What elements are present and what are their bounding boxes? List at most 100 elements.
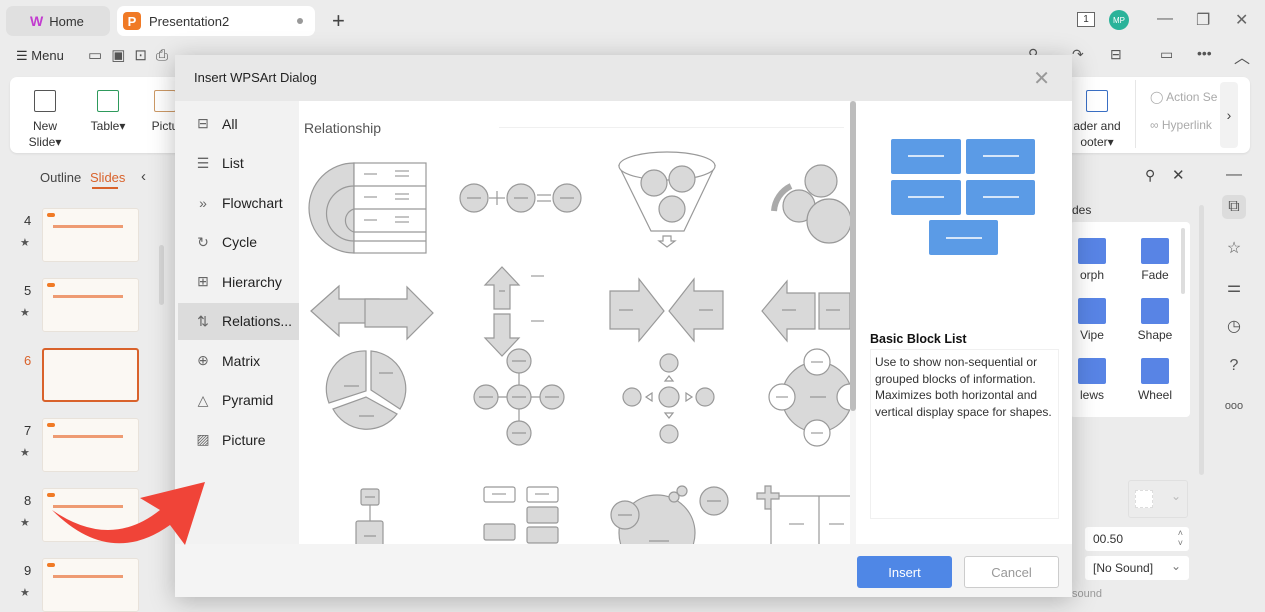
all-icon: ⊟ bbox=[197, 115, 209, 131]
slide-thumbnail[interactable] bbox=[42, 348, 139, 402]
transition-option[interactable]: orph bbox=[1072, 238, 1112, 282]
window-count-badge[interactable]: 1 bbox=[1077, 12, 1095, 27]
hierarchy-icon: ⊞ bbox=[197, 273, 209, 289]
header-footer-label: ader and bbox=[1073, 119, 1121, 133]
category-label: Picture bbox=[222, 431, 266, 448]
dialog-close-button[interactable]: ✕ bbox=[1033, 66, 1050, 91]
tab-active-indicator bbox=[92, 187, 118, 189]
transition-thumbnail-icon bbox=[1141, 358, 1169, 384]
transition-option[interactable]: Fade bbox=[1135, 238, 1175, 282]
slide-panel-scrollbar[interactable] bbox=[159, 245, 164, 305]
tab-home[interactable]: W Home bbox=[6, 6, 110, 36]
transition-gallery-scrollbar[interactable] bbox=[1181, 228, 1185, 294]
header-footer-button[interactable]: ader and ooter▾ bbox=[1072, 90, 1122, 150]
close-panel-icon[interactable]: ✕ bbox=[1172, 166, 1185, 184]
mouse-icon: ◯ bbox=[1150, 90, 1167, 104]
gallery-item-up-down-arrows[interactable] bbox=[483, 266, 521, 357]
transition-label: Fade bbox=[1141, 268, 1169, 282]
new-slide-button[interactable]: New Slide▾ bbox=[24, 90, 66, 150]
animation-icon[interactable]: ☆ bbox=[1222, 236, 1246, 260]
transition-thumbnail-icon bbox=[1078, 238, 1106, 264]
transition-option[interactable]: Shape bbox=[1135, 298, 1175, 342]
header-footer-label-2: ooter▾ bbox=[1080, 135, 1114, 149]
right-panel-scrollbar[interactable] bbox=[1199, 205, 1204, 475]
minimize-sidebar-icon[interactable]: — bbox=[1222, 163, 1246, 187]
more-options-icon[interactable]: ooo bbox=[1222, 394, 1246, 418]
duration-stepper[interactable]: 00.50 ˄ ˅ bbox=[1085, 527, 1189, 551]
history-icon[interactable]: ◷ bbox=[1222, 314, 1246, 338]
tab-presentation[interactable]: P Presentation2 bbox=[117, 6, 315, 36]
insert-button[interactable]: Insert bbox=[857, 556, 952, 588]
new-comment-icon[interactable]: ⊟ bbox=[1110, 46, 1122, 63]
gallery-divider bbox=[499, 127, 844, 128]
sound-value: [No Sound] bbox=[1093, 561, 1154, 575]
category-all[interactable]: ⊟ All bbox=[178, 105, 299, 142]
category-relationship[interactable]: ⇅ Relations... bbox=[178, 302, 299, 340]
open-folder-icon[interactable]: ▭ bbox=[88, 47, 111, 64]
gallery-item-funnel[interactable] bbox=[618, 151, 716, 248]
slide-logo bbox=[47, 563, 55, 567]
category-cycle[interactable]: ↻ Cycle bbox=[178, 224, 299, 261]
gallery-item-opposing-arrows[interactable] bbox=[310, 284, 434, 341]
duration-value: 00.50 bbox=[1093, 532, 1124, 546]
export-icon[interactable]: ⊡ bbox=[134, 47, 156, 64]
transition-option[interactable]: lews bbox=[1072, 358, 1112, 402]
action-settings-button[interactable]: ◯ Action Se bbox=[1150, 90, 1217, 104]
ribbon-scroll-right-icon[interactable]: › bbox=[1220, 82, 1238, 148]
gallery-item-stacked-blocks[interactable] bbox=[483, 486, 559, 544]
more-icon[interactable]: ••• bbox=[1197, 45, 1212, 61]
share-icon[interactable]: ↷ bbox=[1072, 46, 1084, 63]
transition-option[interactable]: Wheel bbox=[1135, 358, 1175, 402]
hyperlink-button[interactable]: ∞ Hyperlink bbox=[1150, 118, 1212, 132]
gallery-item-cross-table[interactable] bbox=[756, 485, 850, 544]
tab-outline[interactable]: Outline bbox=[40, 170, 81, 185]
comment-icon[interactable]: ▭ bbox=[1160, 46, 1173, 63]
wps-logo-icon: W bbox=[30, 13, 44, 29]
collapse-ribbon-icon[interactable]: ︿ bbox=[1234, 44, 1250, 68]
gallery-item-counterbalance-arrows[interactable] bbox=[761, 279, 850, 343]
new-tab-button[interactable]: + bbox=[332, 8, 345, 34]
print-icon[interactable]: ⎙ bbox=[156, 47, 177, 64]
avatar[interactable]: MP bbox=[1109, 10, 1129, 30]
slide-thumbnail[interactable] bbox=[42, 278, 139, 332]
category-picture[interactable]: ▨ Picture bbox=[178, 421, 299, 458]
restore-button[interactable]: ❐ bbox=[1196, 10, 1210, 30]
help-icon[interactable]: ? bbox=[1222, 354, 1246, 378]
save-icon[interactable]: ▣ bbox=[111, 47, 134, 64]
tab-slides[interactable]: Slides bbox=[90, 170, 125, 185]
transition-option[interactable]: Vipe bbox=[1072, 298, 1112, 342]
close-window-button[interactable]: ✕ bbox=[1235, 10, 1248, 30]
gallery-item-diverging-radial[interactable] bbox=[622, 353, 715, 444]
pin-icon[interactable]: ⚲ bbox=[1145, 167, 1155, 184]
unsaved-dot-icon[interactable] bbox=[297, 18, 303, 24]
slide-thumbnail[interactable] bbox=[42, 208, 139, 262]
category-pyramid[interactable]: △ Pyramid bbox=[178, 382, 299, 419]
gallery-item-gears[interactable] bbox=[771, 164, 850, 244]
transition-label: Vipe bbox=[1080, 328, 1104, 342]
minimize-button[interactable]: — bbox=[1157, 10, 1173, 28]
slide-content bbox=[53, 225, 123, 249]
menu-button[interactable]: ☰ Menu bbox=[16, 48, 64, 64]
category-hierarchy[interactable]: ⊞ Hierarchy bbox=[178, 263, 299, 300]
collapse-panel-icon[interactable]: ‹ bbox=[141, 168, 146, 185]
presentation-app-icon: P bbox=[123, 12, 141, 30]
category-label: Relations... bbox=[222, 313, 293, 329]
sound-select[interactable]: [No Sound] ⌄ bbox=[1085, 556, 1189, 580]
settings-sliders-icon[interactable]: ⚌ bbox=[1222, 275, 1246, 299]
color-picker[interactable]: ⌄ bbox=[1128, 480, 1188, 518]
cancel-button[interactable]: Cancel bbox=[964, 556, 1059, 588]
slide-thumbnail[interactable] bbox=[42, 558, 139, 612]
gallery-item-segmented-pie[interactable] bbox=[325, 350, 407, 430]
transitions-icon[interactable]: ⧉ bbox=[1222, 195, 1246, 219]
chevron-down-icon: ⌄ bbox=[1171, 489, 1182, 503]
preview-description: Use to show non-sequential or grouped bl… bbox=[870, 349, 1059, 519]
category-flowchart[interactable]: » Flowchart bbox=[178, 184, 299, 221]
stepper-arrows-icon[interactable]: ˄ ˅ bbox=[1178, 528, 1183, 548]
table-button[interactable]: Table▾ bbox=[86, 90, 130, 134]
picture-icon bbox=[154, 90, 176, 112]
category-label: Flowchart bbox=[222, 194, 283, 211]
category-list[interactable]: ☰ List bbox=[178, 145, 299, 182]
insert-wpsart-dialog: Insert WPSArt Dialog ✕ ⊟ All ☰ List » Flowcha… bbox=[175, 55, 1072, 597]
slide-thumbnail[interactable] bbox=[42, 418, 139, 472]
category-matrix[interactable]: ⊕ Matrix bbox=[178, 342, 299, 379]
